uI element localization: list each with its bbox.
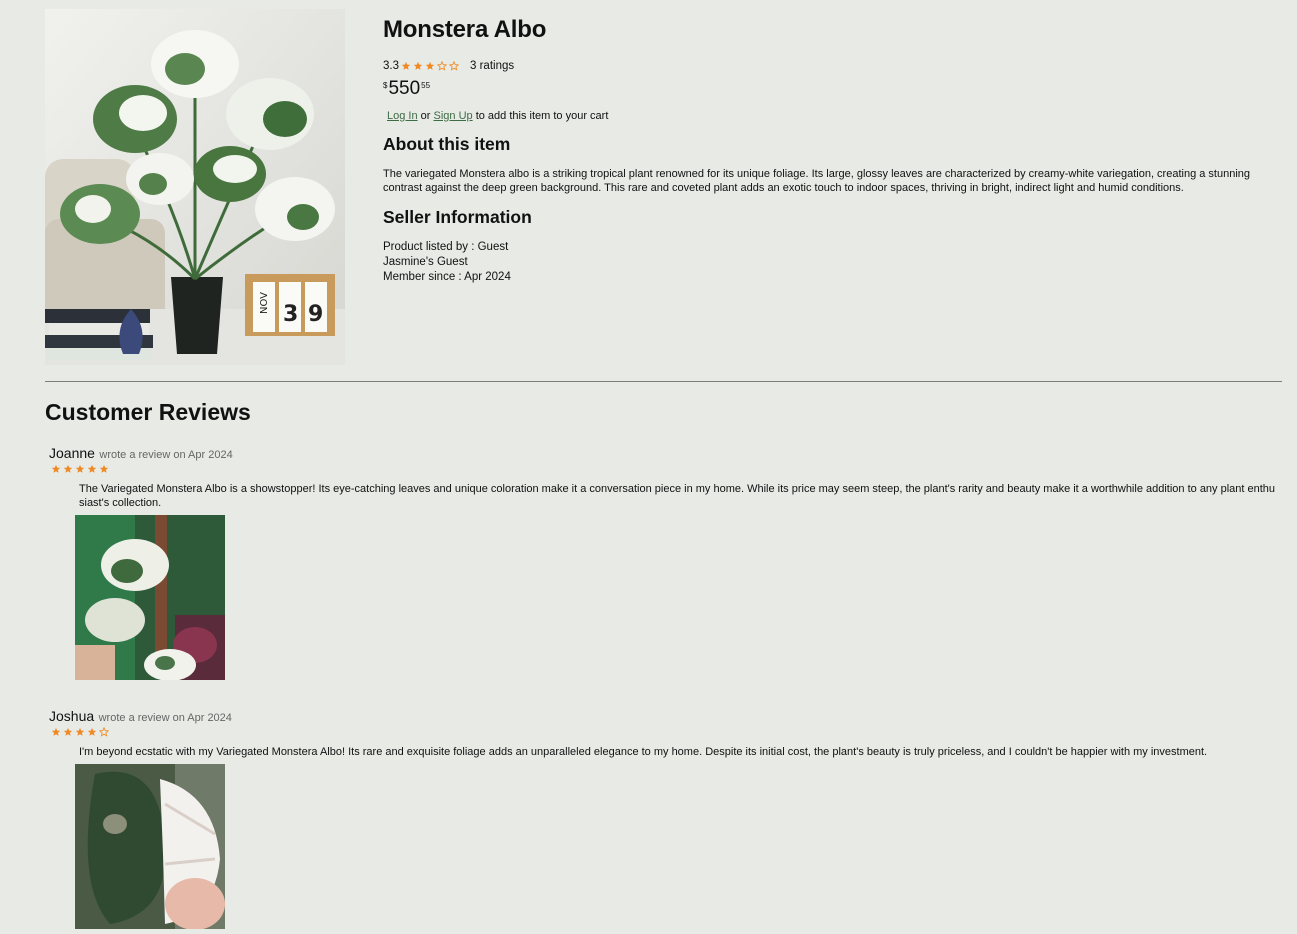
reviewer-name: Joshua: [49, 708, 95, 724]
star-filled-icon: [51, 727, 61, 737]
product-title: Monstera Albo: [383, 16, 547, 43]
star-filled-icon: [99, 464, 109, 474]
seller-heading: Seller Information: [383, 207, 532, 227]
about-heading: About this item: [383, 134, 511, 154]
cart-login-prompt: Log In or Sign Up to add this item to yo…: [383, 109, 1273, 123]
star-filled-icon: [63, 464, 73, 474]
rating-value: 3.3: [383, 60, 399, 72]
product-image: NOV 3 9: [45, 9, 345, 365]
or-text: or: [420, 110, 431, 122]
reviews-heading: Customer Reviews: [45, 399, 251, 425]
review-photo[interactable]: [75, 764, 225, 929]
star-outline-icon: [449, 61, 459, 71]
star-filled-icon: [63, 727, 73, 737]
signup-link[interactable]: Sign Up: [434, 110, 473, 122]
star-filled-icon: [75, 727, 85, 737]
about-description: The variegated Monstera albo is a striki…: [383, 168, 1251, 194]
star-filled-icon: [87, 727, 97, 737]
review-stars: [45, 463, 1280, 475]
star-outline-icon: [437, 61, 447, 71]
reviewer-name: Joanne: [49, 445, 95, 461]
price-fraction: 55: [421, 81, 431, 90]
star-outline-icon: [99, 727, 109, 737]
review-header: Joshua wrote a review on Apr 2024: [45, 707, 1280, 725]
review-text: I'm beyond ecstatic with my Variegated M…: [79, 746, 1208, 758]
review-photo[interactable]: [75, 515, 225, 680]
product-rating: 3.3 3 ratings: [383, 59, 1273, 73]
star-filled-icon: [51, 464, 61, 474]
ratings-count[interactable]: 3 ratings: [470, 60, 514, 72]
product-price: $ 550 55: [383, 78, 1273, 100]
seller-listed-by: Product listed by : Guest: [383, 241, 509, 253]
star-filled-icon: [75, 464, 85, 474]
review-text: The Variegated Monstera Albo is a showst…: [79, 483, 1276, 509]
product-page: NOV 3 9 Monstera Albo 3.3 3 ratings $ 55…: [0, 0, 1297, 934]
price-currency: $: [383, 81, 388, 90]
rating-stars: [401, 61, 461, 71]
seller-store-name: Jasmine's Guest: [383, 256, 468, 268]
svg-text:3: 3: [283, 302, 298, 327]
review-header: Joanne wrote a review on Apr 2024: [45, 444, 1280, 462]
seller-member-since: Member since : Apr 2024: [383, 271, 511, 283]
seller-info: Product listed by : Guest Jasmine's Gues…: [383, 240, 1273, 285]
review-item: Joanne wrote a review on Apr 2024 The Va…: [45, 444, 1280, 680]
review-item: Joshua wrote a review on Apr 2024 I'm be…: [45, 707, 1280, 929]
svg-text:NOV: NOV: [259, 292, 270, 314]
review-date: wrote a review on Apr 2024: [99, 449, 233, 461]
cart-prompt-suffix: to add this item to your cart: [475, 110, 609, 122]
star-filled-icon: [401, 61, 411, 71]
star-filled-icon: [413, 61, 423, 71]
svg-text:9: 9: [308, 302, 323, 327]
review-stars: [45, 726, 1280, 738]
product-info: Monstera Albo 3.3 3 ratings $ 550 55 Log…: [383, 14, 1273, 285]
review-date: wrote a review on Apr 2024: [98, 712, 232, 724]
price-whole: 550: [388, 78, 421, 99]
star-filled-icon: [425, 61, 435, 71]
section-divider: [45, 381, 1282, 382]
login-link[interactable]: Log In: [387, 110, 418, 122]
star-filled-icon: [87, 464, 97, 474]
